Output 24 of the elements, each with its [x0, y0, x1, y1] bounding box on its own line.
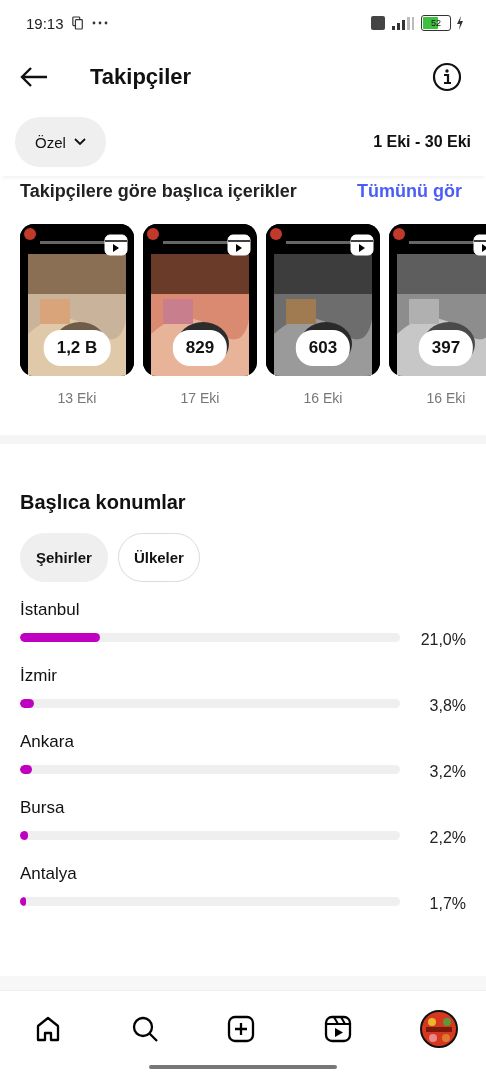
- location-name: İstanbul: [20, 600, 81, 621]
- post-date: 17 Eki: [180, 390, 220, 406]
- location-name: Antalya: [20, 864, 78, 885]
- period-dropdown[interactable]: Özel: [15, 117, 106, 167]
- location-name: Bursa: [20, 798, 66, 819]
- post-date: 16 Eki: [303, 390, 343, 406]
- section-title: Takipçilere göre başlıca içerikler: [20, 181, 297, 202]
- filter-chip[interactable]: Ülkeler: [117, 533, 200, 582]
- status-time: 19:13: [26, 14, 64, 32]
- post-date: 13 Eki: [57, 390, 97, 406]
- filter-chip[interactable]: Şehirler: [20, 533, 108, 582]
- percentage: 2,2%: [428, 829, 466, 847]
- percentage: 3,2%: [428, 763, 466, 781]
- page-title: Takipçiler: [90, 64, 193, 90]
- view-count: 1,2 B: [43, 330, 111, 366]
- date-range: 1 Eki - 30 Eki: [373, 133, 471, 151]
- section-title: Başlıca konumlar: [20, 491, 187, 514]
- location-name: İzmir: [20, 666, 58, 687]
- post-date: 16 Eki: [426, 390, 466, 406]
- percentage: 3,8%: [428, 697, 466, 715]
- percentage: 21,0%: [419, 631, 466, 649]
- see-all-link[interactable]: Tümünü gör: [357, 181, 462, 202]
- location-name: Ankara: [20, 732, 75, 753]
- percentage: 1,7%: [428, 895, 466, 913]
